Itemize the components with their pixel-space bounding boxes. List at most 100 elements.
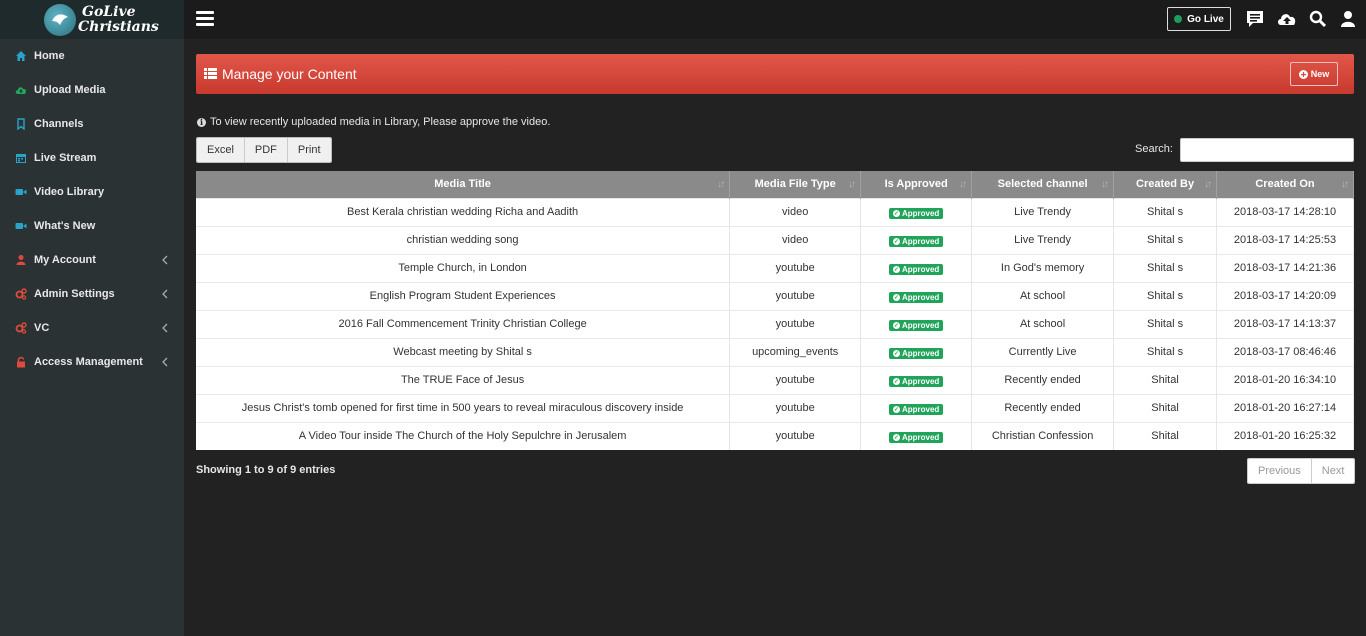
sidebar-item-home[interactable]: Home [0, 39, 184, 73]
column-header-media-file-type[interactable]: Media File Type ↓↑ [729, 171, 862, 198]
column-header-selected-channel[interactable]: Selected channel ↓↑ [971, 171, 1115, 198]
channel-cell: Live Trendy [971, 225, 1115, 254]
column-header-media-title[interactable]: Media Title ↓↑ [196, 171, 731, 198]
cogs-icon [15, 288, 27, 300]
approved-badge: ✓ Approved [888, 347, 944, 359]
search-label: Search: [1135, 143, 1173, 155]
channel-cell: Live Trendy [971, 197, 1115, 226]
sidebar-item-upload-media[interactable]: Upload Media [0, 73, 184, 107]
created-on-cell: 2018-03-17 14:20:09 [1216, 281, 1354, 310]
menu-icon[interactable] [196, 11, 214, 27]
user-icon [16, 255, 26, 265]
approved-cell: ✓ Approved [860, 253, 973, 282]
search-input[interactable] [1180, 138, 1354, 162]
go-live-button[interactable]: Go Live [1167, 7, 1231, 31]
sidebar-item-whats-new[interactable]: What's New [0, 209, 184, 243]
user-icon[interactable] [1338, 9, 1358, 29]
sidebar-item-label: Video Library [34, 186, 105, 198]
new-button[interactable]: New [1290, 62, 1338, 86]
sidebar-item-label: Access Management [34, 356, 143, 368]
check-icon: ✓ [892, 433, 900, 441]
sidebar: Home Upload Media Channels Live Stream V… [0, 39, 184, 636]
check-icon: ✓ [892, 265, 900, 273]
badge-label: Approved [901, 376, 940, 386]
export-buttons: Excel PDF Print [196, 137, 332, 163]
sort-icon: ↓↑ [717, 179, 725, 190]
notice-text: To view recently uploaded media in Libra… [210, 116, 551, 128]
table-row[interactable]: Webcast meeting by Shital s upcoming_even… [196, 337, 1354, 366]
sidebar-item-my-account[interactable]: My Account [0, 243, 184, 277]
video-icon [15, 189, 27, 195]
cogs-icon [15, 322, 27, 334]
table-row[interactable]: English Program Student Experiences youtu… [196, 281, 1354, 310]
created-by-cell: Shital [1113, 365, 1218, 394]
column-header-created-by[interactable]: Created By ↓↑ [1113, 171, 1218, 198]
badge-label: Approved [901, 236, 940, 246]
column-header-is-approved[interactable]: Is Approved ↓↑ [860, 171, 973, 198]
sidebar-item-label: Channels [34, 118, 84, 130]
approved-cell: ✓ Approved [860, 337, 973, 366]
cloud-upload-icon [15, 87, 26, 94]
approved-badge: ✓ Approved [888, 291, 944, 303]
table-header-row: Media Title ↓↑ Media File Type ↓↑ Is Appro… [196, 171, 1354, 198]
table-row[interactable]: A Video Tour inside The Church of the Ho… [196, 421, 1354, 450]
excel-button[interactable]: Excel [197, 138, 245, 162]
table-row[interactable]: Jesus Christ's tomb opened for first tim… [196, 393, 1354, 422]
table-row[interactable]: 2016 Fall Commencement Trinity Christian… [196, 309, 1354, 338]
table-row[interactable]: Best Kerala christian wedding Richa and … [196, 197, 1354, 226]
media-title-cell: 2016 Fall Commencement Trinity Christian… [196, 309, 731, 338]
created-on-cell: 2018-01-20 16:34:10 [1216, 365, 1354, 394]
media-title-cell: English Program Student Experiences [196, 281, 731, 310]
pdf-button[interactable]: PDF [244, 138, 288, 162]
plus-circle-icon [1298, 69, 1308, 79]
sidebar-item-admin-settings[interactable]: Admin Settings [0, 277, 184, 311]
search-icon[interactable] [1308, 9, 1328, 29]
created-on-cell: 2018-01-20 16:27:14 [1216, 393, 1354, 422]
content-table: Media Title ↓↑ Media File Type ↓↑ Is Appro… [196, 171, 1354, 450]
print-button[interactable]: Print [287, 138, 331, 162]
media-title-cell: Best Kerala christian wedding Richa and … [196, 197, 731, 226]
chevron-left-icon [162, 255, 168, 265]
badge-label: Approved [901, 292, 940, 302]
go-live-label: Go Live [1187, 13, 1224, 25]
chevron-left-icon [162, 289, 168, 299]
brand-logo[interactable]: GoLive Christians [0, 0, 184, 39]
column-header-created-on[interactable]: Created On ↓↑ [1216, 171, 1354, 198]
media-title-cell: A Video Tour inside The Church of the Ho… [196, 421, 731, 450]
approved-badge: ✓ Approved [888, 375, 944, 387]
check-icon: ✓ [892, 209, 900, 217]
approved-cell: ✓ Approved [860, 281, 973, 310]
table-row[interactable]: The TRUE Face of Jesus youtube ✓ Approved Re… [196, 365, 1354, 394]
created-on-cell: 2018-03-17 14:25:53 [1216, 225, 1354, 254]
created-on-cell: 2018-03-17 14:13:37 [1216, 309, 1354, 338]
check-icon: ✓ [892, 405, 900, 413]
lock-icon [17, 356, 25, 368]
table-row[interactable]: christian wedding song video ✓ Approved Live… [196, 225, 1354, 254]
table-row[interactable]: Temple Church, in London youtube ✓ Approved… [196, 253, 1354, 282]
sidebar-item-live-stream[interactable]: Live Stream [0, 141, 184, 175]
created-on-cell: 2018-01-20 16:25:32 [1216, 421, 1354, 450]
sidebar-item-video-library[interactable]: Video Library [0, 175, 184, 209]
dove-icon [44, 4, 76, 36]
channel-cell: At school [971, 281, 1115, 310]
live-dot-icon [1174, 15, 1183, 23]
cloud-upload-icon[interactable] [1276, 9, 1298, 29]
check-icon: ✓ [892, 293, 900, 301]
sort-icon: ↓↑ [1204, 179, 1212, 190]
sidebar-item-vc[interactable]: VC [0, 311, 184, 345]
file-type-cell: youtube [729, 365, 862, 394]
created-on-cell: 2018-03-17 14:28:10 [1216, 197, 1354, 226]
sidebar-item-access-management[interactable]: Access Management [0, 345, 184, 379]
sidebar-item-channels[interactable]: Channels [0, 107, 184, 141]
check-icon: ✓ [892, 237, 900, 245]
next-button[interactable]: Next [1311, 459, 1355, 483]
info-icon: i [197, 117, 206, 127]
new-button-label: New [1310, 69, 1330, 79]
previous-button[interactable]: Previous [1248, 459, 1312, 483]
channel-cell: Christian Confession [971, 421, 1115, 450]
approved-cell: ✓ Approved [860, 421, 973, 450]
sidebar-item-label: Home [34, 50, 65, 62]
chat-icon[interactable] [1245, 9, 1265, 29]
badge-label: Approved [901, 432, 940, 442]
badge-label: Approved [901, 264, 940, 274]
